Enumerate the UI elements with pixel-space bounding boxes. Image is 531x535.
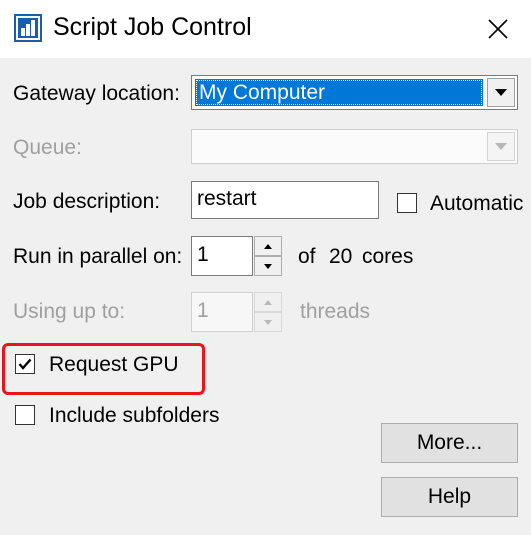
spin-down-icon [264,319,272,325]
run-parallel-spin-up[interactable] [254,236,282,256]
spin-up-icon [264,243,272,249]
threads-text: threads [300,300,371,323]
run-parallel-label: Run in parallel on: [13,245,183,268]
gateway-location-select[interactable]: My Computer [191,75,518,110]
queue-label: Queue: [13,136,82,159]
help-button[interactable]: Help [381,477,518,517]
chevron-down-icon [495,89,507,96]
close-icon [488,19,508,39]
request-gpu-checkbox[interactable] [15,354,35,374]
run-parallel-spin-down[interactable] [254,256,282,276]
cores-count: 20 [329,245,353,268]
run-parallel-input[interactable]: 1 [191,236,253,276]
gateway-location-label: Gateway location: [13,82,180,105]
chevron-down-icon [495,143,507,150]
automatic-checkbox[interactable] [397,193,417,213]
close-button[interactable] [478,10,518,48]
checkmark-icon [18,358,32,370]
queue-dropdown-button[interactable] [487,132,515,161]
title-bar: Script Job Control [0,0,531,58]
request-gpu-label: Request GPU [49,353,179,376]
window-title: Script Job Control [53,13,252,41]
include-subfolders-checkbox[interactable] [15,405,35,425]
using-up-to-label: Using up to: [13,300,126,323]
include-subfolders-label: Include subfolders [49,404,220,427]
gateway-dropdown-button[interactable] [487,78,515,107]
more-button[interactable]: More... [381,423,518,463]
app-window-icon [14,14,42,42]
gateway-location-value: My Computer [195,79,483,106]
spin-down-icon [264,263,272,269]
cores-text: cores [362,245,414,268]
of-text: of [298,245,316,268]
threads-spinner[interactable] [254,292,282,332]
job-description-label: Job description: [13,190,161,213]
job-description-input[interactable]: restart [191,181,379,219]
spin-up-icon [264,299,272,305]
threads-spin-down[interactable] [254,312,282,332]
run-parallel-spinner[interactable] [254,236,282,276]
automatic-label: Automatic [430,192,524,215]
queue-select[interactable] [191,129,518,164]
dialog-body: Gateway location: My Computer Queue: Job… [0,58,531,535]
threads-spin-up[interactable] [254,292,282,312]
threads-input[interactable]: 1 [191,292,253,332]
